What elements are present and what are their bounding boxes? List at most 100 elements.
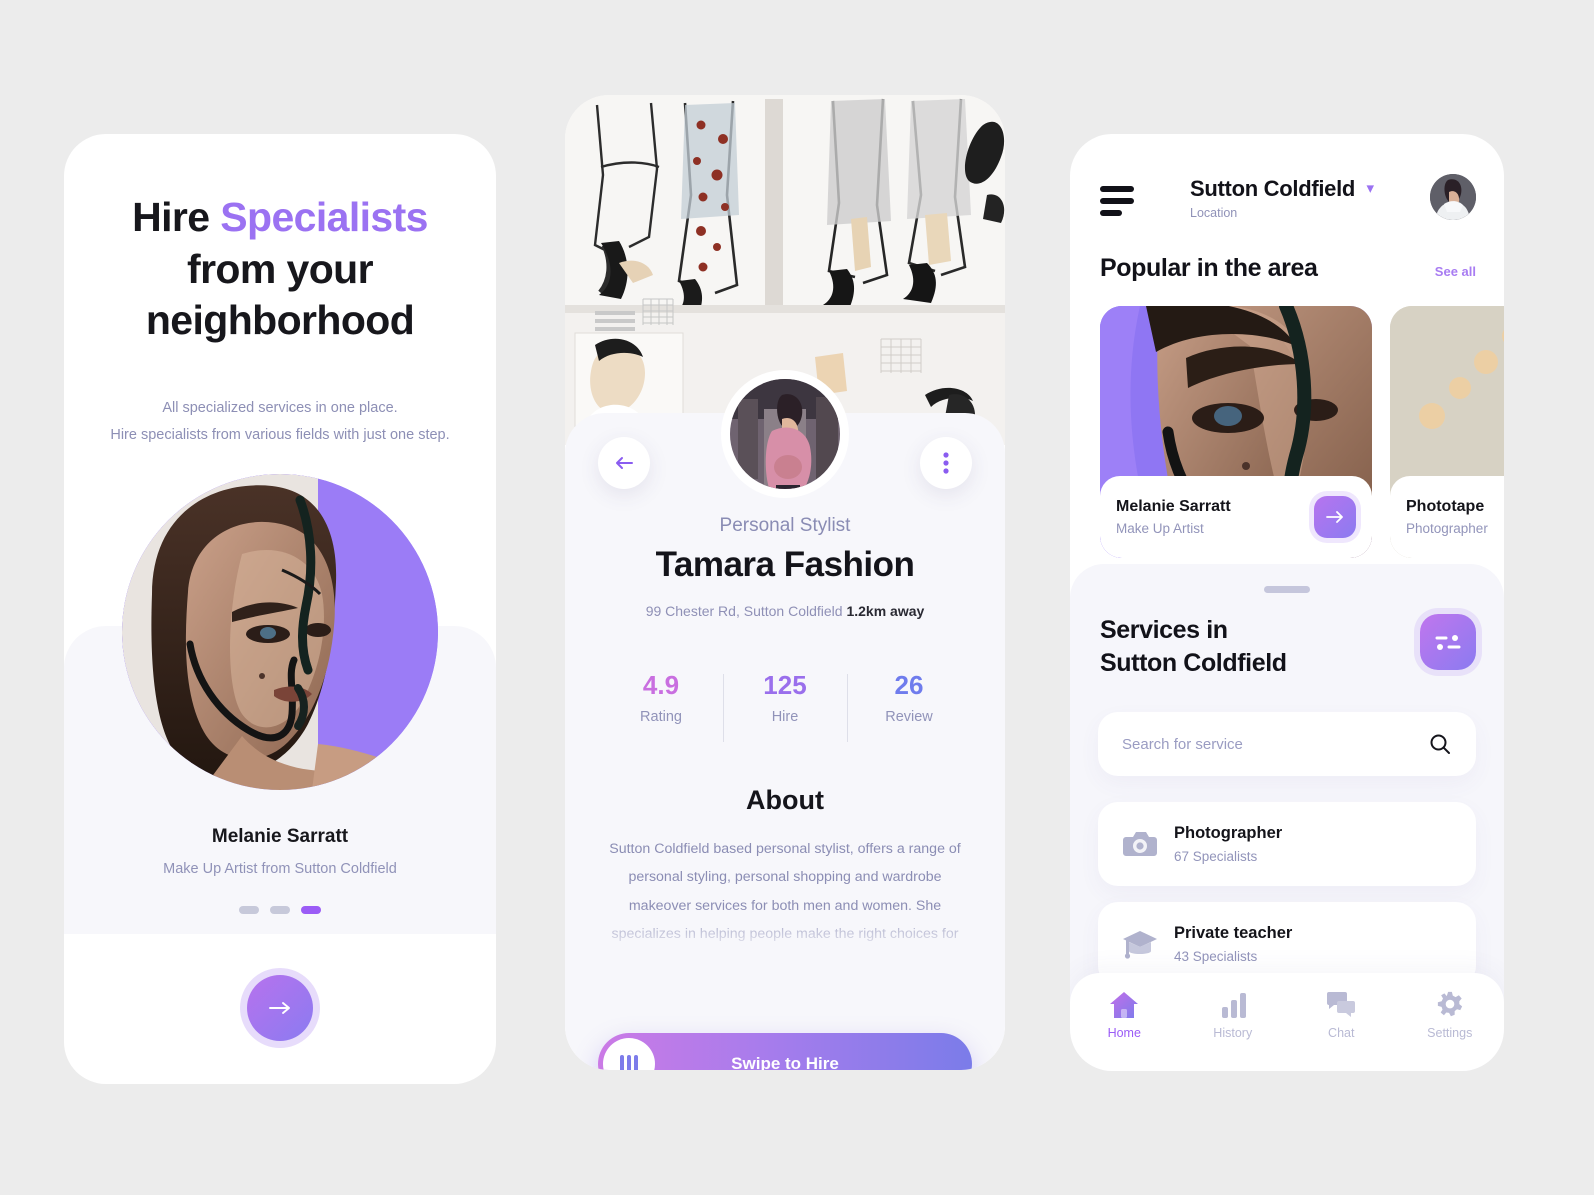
stat-hire-value: 125 [763,670,807,700]
popular-card[interactable]: Phototape Photographer [1390,306,1504,558]
subtitle-line1: All specialized services in one place. [162,399,398,416]
profile-name: Melanie Sarratt [211,826,349,847]
pagination-dots[interactable] [64,906,496,914]
search-input[interactable]: Search for service [1098,712,1476,776]
search-placeholder: Search for service [1122,735,1243,753]
home-screen: Sutton Coldfield ▾ Location Popular in t… [1070,134,1504,1071]
camera-glyph [1123,832,1157,856]
onboarding-screen: Hire Specialists from your neighborhood … [64,134,496,1084]
more-options-button[interactable] [920,437,972,489]
swipe-to-hire-button[interactable]: Swipe to Hire [598,1033,972,1070]
stat-review: 26 Review [847,670,971,746]
stat-rating: 4.9 Rating [599,670,723,746]
location-caption: Location [1190,206,1238,220]
card-role: Make Up Artist [1116,521,1204,536]
screenshot-canvas: Hire Specialists from your neighborhood … [0,0,1594,1195]
back-button[interactable] [598,437,650,489]
chevron-down-icon: ▾ [1366,180,1375,197]
filter-sliders-icon [1435,635,1461,650]
nav-tab-home[interactable]: Home [1070,991,1179,1040]
popular-section-header: Popular in the area See all [1100,254,1476,283]
arrow-left-icon [616,457,633,469]
title-line2: from your [187,245,374,292]
title-line1-plain: Hire [132,194,221,240]
list-item[interactable]: Photographer 67 Specialists [1098,802,1476,886]
pagination-dot-3-active[interactable] [301,906,321,914]
hamburger-line-3 [1100,210,1122,216]
title-line3: neighborhood [145,297,415,344]
avatar[interactable] [1430,174,1476,220]
distance-text: 1.2km away [846,603,925,619]
nav-label-home: Home [1107,1026,1141,1040]
about-heading: About [746,785,824,815]
card-label: Phototape Photographer [1390,476,1504,558]
see-all-link[interactable]: See all [1435,264,1476,279]
services-list: Photographer 67 Specialists Private teac… [1098,802,1476,1002]
location-selector[interactable]: Sutton Coldfield ▾ Location [1190,176,1374,220]
onboarding-subtitle: All specialized services in one place. H… [98,395,462,449]
service-count: 43 Specialists [1174,949,1258,964]
more-vertical-icon [943,452,949,474]
popular-card[interactable]: Melanie Sarratt Make Up Artist [1100,306,1372,558]
home-icon [1110,992,1139,1018]
home-header: Sutton Coldfield ▾ Location [1070,172,1504,228]
list-item-text: Private teacher 43 Specialists [1174,924,1292,964]
nav-label-history: History [1213,1026,1253,1040]
nav-label-chat: Chat [1328,1026,1355,1040]
gear-icon [1437,991,1462,1017]
card-name: Phototape [1406,498,1485,515]
hamburger-line-1 [1100,186,1134,192]
card-text: Phototape Photographer [1406,498,1504,536]
services-title-line1: Services in [1100,616,1228,644]
stat-hire-label: Hire [771,709,799,726]
arrow-right-icon [269,1002,290,1014]
list-item-text: Photographer 67 Specialists [1174,824,1282,864]
next-button[interactable] [240,968,320,1048]
popular-title: Popular in the area [1100,254,1318,282]
specialist-role: Personal Stylist [719,515,851,536]
specialist-name: Tamara Fashion [655,545,915,584]
title-line1-accent: Specialists [220,194,428,240]
card-text: Melanie Sarratt Make Up Artist [1116,498,1314,536]
sheet-drag-handle[interactable] [1264,586,1310,593]
pagination-dot-1[interactable] [239,906,259,914]
next-button-inner [247,975,313,1041]
camera-icon [1120,830,1160,858]
search-icon[interactable] [1428,732,1452,756]
nav-label-settings: Settings [1427,1026,1473,1040]
subtitle-line2: Hire specialists from various fields wit… [110,426,450,443]
arrow-right-icon [1326,511,1343,523]
stat-review-label: Review [885,709,933,726]
card-action-button[interactable] [1314,496,1356,538]
specialist-profile-screen: Personal Stylist Tamara Fashion 99 Chest… [565,95,1005,1070]
card-role: Photographer [1406,521,1488,536]
pagination-dot-2[interactable] [270,906,290,914]
stat-hire: 125 Hire [723,670,847,746]
graduation-cap-glyph [1123,931,1157,959]
hamburger-icon[interactable] [1100,186,1138,222]
page-title: Hire Specialists from your neighborhood [98,192,462,347]
location-value: Sutton Coldfield [1190,176,1356,201]
about-text-container: Sutton Coldfield based personal stylist,… [603,835,967,955]
bottom-navigation: Home History Chat Settings [1070,973,1504,1071]
stat-rating-label: Rating [640,709,682,726]
hamburger-line-2 [1100,198,1134,204]
stat-rating-value: 4.9 [642,670,680,700]
services-title-line2: Sutton Coldfield [1100,649,1287,678]
avatar-photo [730,379,840,489]
popular-cards-carousel[interactable]: Melanie Sarratt Make Up Artist Phototape… [1100,306,1504,558]
card-label: Melanie Sarratt Make Up Artist [1100,476,1372,558]
services-title: Services in Sutton Coldfield [1100,614,1420,681]
nav-tab-settings[interactable]: Settings [1396,991,1505,1040]
onboarding-hero: Hire Specialists from your neighborhood … [64,134,496,449]
nav-tab-history[interactable]: History [1179,991,1288,1040]
user-avatar-photo [1430,174,1476,220]
swipe-to-hire-label: Swipe to Hire [731,1054,839,1070]
service-name: Private teacher [1174,924,1293,942]
about-text: Sutton Coldfield based personal stylist,… [609,841,961,955]
nav-tab-chat[interactable]: Chat [1287,991,1396,1040]
services-header: Services in Sutton Coldfield [1100,614,1476,681]
card-name: Melanie Sarratt [1116,498,1231,515]
chat-bubbles-icon [1327,992,1356,1017]
filter-button[interactable] [1420,614,1476,670]
